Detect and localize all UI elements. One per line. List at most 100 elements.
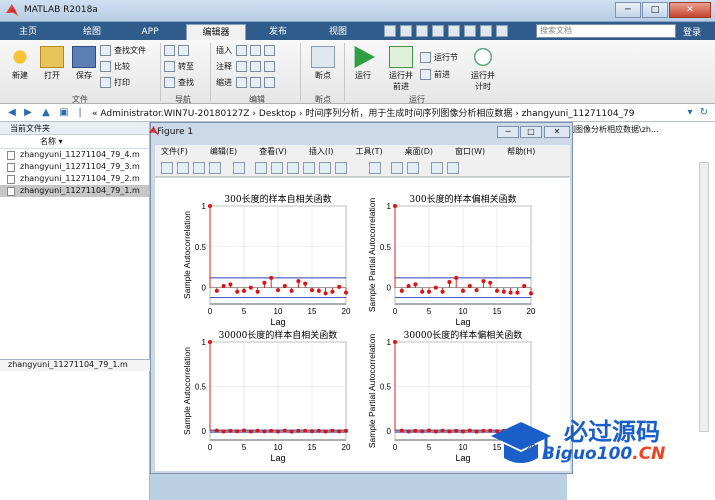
file-item[interactable]: zhangyuni_11271104_79_2.m: [0, 173, 149, 185]
tab-publish[interactable]: 发布: [258, 24, 298, 40]
colorbar-icon[interactable]: [391, 162, 403, 174]
run-advance-button[interactable]: 运行并 前进: [384, 46, 418, 92]
forward-icon[interactable]: ▶: [22, 107, 34, 119]
show-tools-icon[interactable]: [447, 162, 459, 174]
maximize-button[interactable]: □: [642, 2, 668, 18]
menu-insert[interactable]: 插入(I): [309, 145, 334, 159]
file-item[interactable]: zhangyuni_11271104_79_4.m: [0, 149, 149, 161]
comment-button[interactable]: 注释: [216, 61, 278, 72]
tab-apps[interactable]: APP: [130, 24, 170, 40]
pan-icon[interactable]: [287, 162, 299, 174]
stem-marker: [406, 429, 411, 434]
menu-edit[interactable]: 编辑(E): [210, 145, 237, 159]
goto-button[interactable]: 转至: [164, 61, 194, 72]
indent-button[interactable]: 缩进: [216, 77, 278, 88]
zoom-in-icon[interactable]: [255, 162, 267, 174]
quick-copy-icon[interactable]: [416, 25, 428, 37]
address-path[interactable]: « Administrator.WIN7U-20180127Z › Deskto…: [92, 106, 635, 119]
print-icon[interactable]: [209, 162, 221, 174]
stem-marker: [420, 429, 425, 434]
rotate-icon[interactable]: [303, 162, 315, 174]
run-button[interactable]: 运行: [348, 46, 378, 81]
compare-button[interactable]: 比较: [100, 61, 130, 72]
stem-marker: [276, 288, 280, 293]
edit-plot-icon[interactable]: [233, 162, 245, 174]
run-icon: [354, 46, 375, 68]
quick-cut-icon[interactable]: [400, 25, 412, 37]
menu-tools[interactable]: 工具(T): [355, 145, 382, 159]
file-item[interactable]: zhangyuni_11271104_79_3.m: [0, 161, 149, 173]
chart-title: 300长度的样本自相关函数: [224, 193, 331, 205]
quick-switch-icon[interactable]: [480, 25, 492, 37]
nav-arrows[interactable]: [164, 45, 192, 56]
hide-tools-icon[interactable]: [431, 162, 443, 174]
run-advance-icon: [389, 46, 413, 68]
stem-marker: [242, 288, 246, 293]
tab-home[interactable]: 主页: [8, 24, 48, 40]
quick-undo-icon[interactable]: [448, 25, 460, 37]
quick-save-icon[interactable]: [384, 25, 396, 37]
folder-search-icon[interactable]: ↻: [698, 107, 710, 119]
tab-plots[interactable]: 绘图: [72, 24, 112, 40]
menu-file[interactable]: 文件(F): [161, 145, 188, 159]
quick-redo-icon[interactable]: [464, 25, 476, 37]
x-tick-label: 0: [208, 307, 213, 316]
link-plot-icon[interactable]: [369, 162, 381, 174]
stem-marker: [330, 428, 335, 433]
insert-button[interactable]: 插入: [216, 45, 278, 56]
open-button[interactable]: 打开: [38, 46, 66, 81]
tab-view[interactable]: 视图: [318, 24, 358, 40]
quick-paste-icon[interactable]: [432, 25, 444, 37]
stem-marker: [427, 428, 431, 433]
stem-marker: [427, 289, 431, 294]
login-link[interactable]: 登录: [683, 25, 701, 38]
zoom-out-icon[interactable]: [271, 162, 283, 174]
file-item-selected[interactable]: zhangyuni_11271104_79_1.m: [0, 185, 149, 197]
compare-icon: [100, 61, 111, 72]
ribbon: 新建 打开 保存 查找文件 比较 打印 文件 转至 查找 导航 插入 注释 缩进…: [0, 40, 715, 104]
run-time-button[interactable]: 运行并 计时: [466, 46, 500, 92]
data-cursor-icon[interactable]: [319, 162, 331, 174]
column-header-name[interactable]: 名称 ▾: [0, 135, 149, 149]
advance-button[interactable]: 前进: [420, 69, 450, 80]
chart-title: 30000长度的样本偏相关函数: [404, 329, 523, 341]
file-icon: [7, 163, 15, 172]
dropdown-icon[interactable]: ▾: [684, 107, 696, 119]
legend-icon[interactable]: [407, 162, 419, 174]
find-button[interactable]: 查找: [164, 77, 194, 88]
new-button[interactable]: 新建: [6, 46, 34, 81]
browse-folder-icon[interactable]: ▣: [58, 107, 70, 119]
stem-marker: [447, 279, 452, 284]
quick-help-icon[interactable]: [496, 25, 508, 37]
search-input[interactable]: 搜索文档: [536, 24, 676, 38]
figure-close-button[interactable]: ✕: [544, 126, 570, 138]
close-button[interactable]: ✕: [669, 2, 711, 18]
figure-minimize-button[interactable]: ─: [497, 126, 519, 138]
stem-marker: [474, 429, 479, 434]
menu-help[interactable]: 帮助(H): [507, 145, 535, 159]
figure-maximize-button[interactable]: □: [520, 126, 542, 138]
back-icon[interactable]: ◀: [6, 107, 18, 119]
menu-desktop[interactable]: 桌面(D): [405, 145, 433, 159]
up-folder-icon[interactable]: ▲: [40, 107, 52, 119]
minimize-button[interactable]: ─: [615, 2, 641, 18]
stem-marker: [221, 284, 226, 289]
menu-window[interactable]: 窗口(W): [455, 145, 485, 159]
print-button[interactable]: 打印: [100, 77, 130, 88]
breakpoint-icon: [311, 46, 335, 68]
find-files-button[interactable]: 查找文件: [100, 45, 146, 56]
new-figure-icon[interactable]: [161, 162, 173, 174]
menu-view[interactable]: 查看(V): [259, 145, 287, 159]
save-icon[interactable]: [193, 162, 205, 174]
tab-editor[interactable]: 编辑器: [186, 24, 246, 40]
open-icon[interactable]: [177, 162, 189, 174]
workspace-scrollbar[interactable]: [699, 162, 709, 432]
stem-marker: [282, 284, 287, 289]
stem-marker: [228, 282, 233, 287]
chart-title: 300长度的样本偏相关函数: [409, 193, 516, 205]
save-button[interactable]: 保存: [70, 46, 98, 81]
x-tick-label: 5: [427, 443, 432, 452]
run-section-button[interactable]: 运行节: [420, 52, 458, 63]
breakpoint-button[interactable]: 断点: [308, 46, 338, 81]
brush-icon[interactable]: [335, 162, 347, 174]
